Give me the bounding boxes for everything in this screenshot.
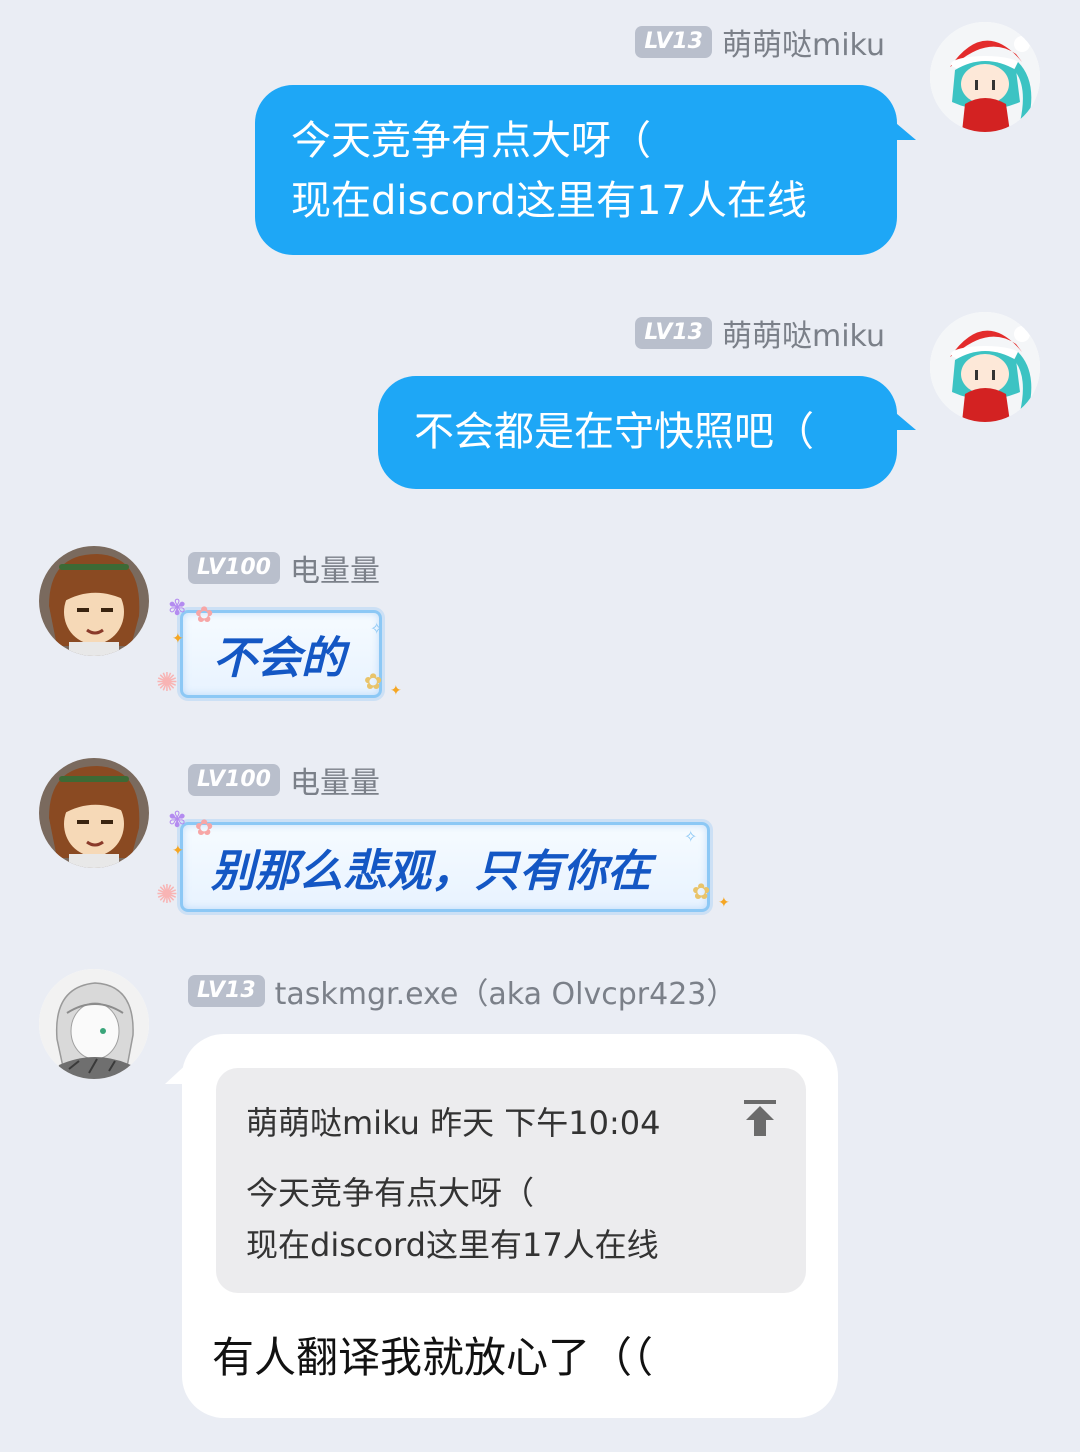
- avatar-dianliang[interactable]: [39, 758, 149, 868]
- sender-meta: LV13 萌萌哒miku: [635, 311, 885, 355]
- quoted-line: 现在discord这里有17人在线: [246, 1226, 659, 1264]
- sparkle-icon: ✧: [370, 619, 384, 638]
- message-bubble[interactable]: 今天竞争有点大呀（ 现在discord这里有17人在线: [255, 85, 897, 255]
- sender-name[interactable]: taskmgr.exe（aka Olvcpr423）: [275, 969, 737, 1013]
- jump-to-quote-icon[interactable]: [742, 1098, 778, 1138]
- sparkle-icon: ✿: [195, 816, 214, 841]
- message-line: 现在discord这里有17人在线: [291, 178, 807, 224]
- message-line: 不会都是在守快照吧（: [414, 409, 814, 455]
- fancy-bubble[interactable]: 别那么悲观，只有你在: [180, 822, 710, 912]
- sparkle-icon: ✿: [195, 603, 214, 628]
- bubble-tail: [890, 408, 916, 430]
- sparkle-icon: ✦: [172, 631, 184, 647]
- sparkle-icon: ✺: [156, 880, 178, 910]
- message-bubble[interactable]: 不会都是在守快照吧（: [378, 376, 897, 489]
- message-text: 不会的: [213, 633, 345, 684]
- message-bubble[interactable]: 萌萌哒miku 昨天 下午10:04 今天竞争有点大呀（ 现在discord这里…: [182, 1034, 838, 1418]
- avatar-taskmgr[interactable]: [39, 969, 149, 1079]
- quoted-message[interactable]: 萌萌哒miku 昨天 下午10:04 今天竞争有点大呀（ 现在discord这里…: [216, 1068, 806, 1293]
- level-badge: LV100: [188, 764, 280, 796]
- sparkle-icon: ✦: [390, 683, 402, 699]
- quoted-line: 今天竞争有点大呀（: [246, 1174, 535, 1212]
- sender-name[interactable]: 电量量: [290, 758, 380, 802]
- level-badge: LV13: [635, 26, 712, 58]
- sender-name[interactable]: 电量量: [290, 546, 380, 590]
- sender-name[interactable]: 萌萌哒miku: [722, 311, 885, 355]
- avatar-miku[interactable]: [930, 22, 1040, 132]
- message-text: 有人翻译我就放心了（（: [212, 1333, 654, 1382]
- level-badge: LV13: [188, 975, 265, 1007]
- avatar-miku-image: [930, 22, 1040, 132]
- sender-meta: LV13 萌萌哒miku: [635, 20, 885, 64]
- sender-meta: LV13 taskmgr.exe（aka Olvcpr423）: [188, 969, 737, 1013]
- sparkle-icon: ✿: [364, 670, 383, 695]
- sparkle-icon: ✧: [684, 827, 698, 846]
- bubble-tail: [890, 118, 916, 140]
- avatar-taskmgr-image: [39, 969, 149, 1079]
- level-badge: LV13: [635, 317, 712, 349]
- level-badge: LV100: [188, 552, 280, 584]
- sender-meta: LV100 电量量: [188, 546, 380, 590]
- avatar-dianliang-image: [39, 758, 149, 868]
- sparkle-icon: ✦: [718, 895, 730, 911]
- sparkle-icon: ✿: [692, 880, 711, 905]
- avatar-dianliang[interactable]: [39, 546, 149, 656]
- avatar-dianliang-image: [39, 546, 149, 656]
- sender-meta: LV100 电量量: [188, 758, 380, 802]
- sparkle-icon: ✾: [168, 596, 187, 621]
- avatar-miku-image: [930, 312, 1040, 422]
- sender-name[interactable]: 萌萌哒miku: [722, 20, 885, 64]
- sparkle-icon: ✦: [172, 843, 184, 859]
- avatar-miku[interactable]: [930, 312, 1040, 422]
- quoted-header: 萌萌哒miku 昨天 下午10:04: [246, 1104, 661, 1142]
- sparkle-icon: ✾: [168, 808, 187, 833]
- message-text: 别那么悲观，只有你在: [211, 846, 651, 897]
- message-line: 今天竞争有点大呀（: [291, 118, 651, 164]
- sparkle-icon: ✺: [156, 668, 178, 698]
